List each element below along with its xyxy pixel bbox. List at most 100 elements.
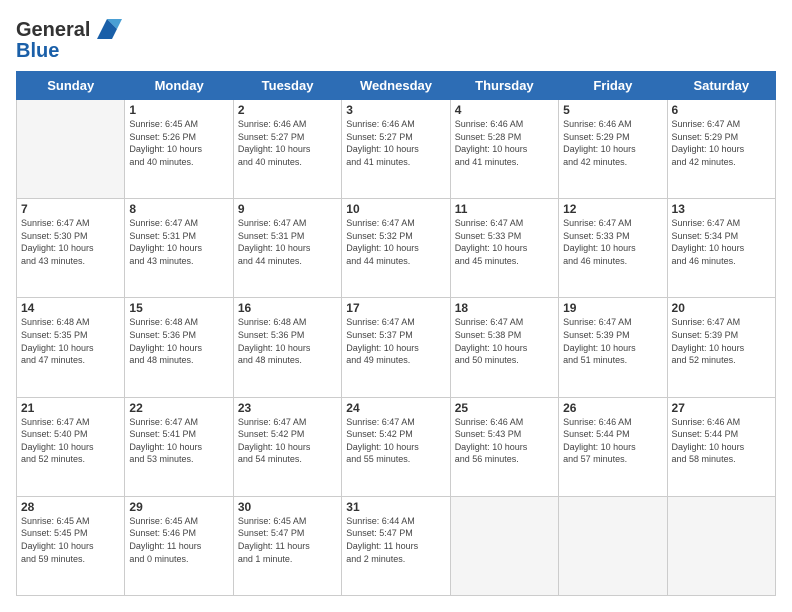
- calendar-body: 1Sunrise: 6:45 AM Sunset: 5:26 PM Daylig…: [17, 100, 776, 596]
- day-info: Sunrise: 6:47 AM Sunset: 5:31 PM Dayligh…: [238, 217, 337, 267]
- day-number: 21: [21, 401, 120, 415]
- calendar-cell: 2Sunrise: 6:46 AM Sunset: 5:27 PM Daylig…: [233, 100, 341, 199]
- calendar-header-monday: Monday: [125, 72, 233, 100]
- calendar-cell: [559, 496, 667, 595]
- day-info: Sunrise: 6:47 AM Sunset: 5:34 PM Dayligh…: [672, 217, 771, 267]
- logo: General Blue: [16, 16, 122, 63]
- day-number: 12: [563, 202, 662, 216]
- calendar-header-saturday: Saturday: [667, 72, 775, 100]
- calendar-table: SundayMondayTuesdayWednesdayThursdayFrid…: [16, 71, 776, 596]
- day-number: 4: [455, 103, 554, 117]
- day-info: Sunrise: 6:47 AM Sunset: 5:41 PM Dayligh…: [129, 416, 228, 466]
- calendar-cell: 5Sunrise: 6:46 AM Sunset: 5:29 PM Daylig…: [559, 100, 667, 199]
- day-info: Sunrise: 6:46 AM Sunset: 5:27 PM Dayligh…: [238, 118, 337, 168]
- day-info: Sunrise: 6:47 AM Sunset: 5:31 PM Dayligh…: [129, 217, 228, 267]
- day-number: 11: [455, 202, 554, 216]
- calendar-week-row: 21Sunrise: 6:47 AM Sunset: 5:40 PM Dayli…: [17, 397, 776, 496]
- day-number: 14: [21, 301, 120, 315]
- calendar-cell: 15Sunrise: 6:48 AM Sunset: 5:36 PM Dayli…: [125, 298, 233, 397]
- calendar-header-sunday: Sunday: [17, 72, 125, 100]
- day-number: 2: [238, 103, 337, 117]
- day-number: 1: [129, 103, 228, 117]
- day-info: Sunrise: 6:47 AM Sunset: 5:30 PM Dayligh…: [21, 217, 120, 267]
- day-number: 30: [238, 500, 337, 514]
- calendar-week-row: 1Sunrise: 6:45 AM Sunset: 5:26 PM Daylig…: [17, 100, 776, 199]
- day-info: Sunrise: 6:45 AM Sunset: 5:45 PM Dayligh…: [21, 515, 120, 565]
- calendar-cell: 31Sunrise: 6:44 AM Sunset: 5:47 PM Dayli…: [342, 496, 450, 595]
- day-number: 3: [346, 103, 445, 117]
- calendar-header-tuesday: Tuesday: [233, 72, 341, 100]
- day-number: 26: [563, 401, 662, 415]
- calendar-header-thursday: Thursday: [450, 72, 558, 100]
- calendar-cell: 11Sunrise: 6:47 AM Sunset: 5:33 PM Dayli…: [450, 199, 558, 298]
- day-number: 23: [238, 401, 337, 415]
- day-number: 20: [672, 301, 771, 315]
- calendar-cell: 7Sunrise: 6:47 AM Sunset: 5:30 PM Daylig…: [17, 199, 125, 298]
- day-info: Sunrise: 6:46 AM Sunset: 5:44 PM Dayligh…: [563, 416, 662, 466]
- day-number: 7: [21, 202, 120, 216]
- day-number: 25: [455, 401, 554, 415]
- day-info: Sunrise: 6:47 AM Sunset: 5:33 PM Dayligh…: [455, 217, 554, 267]
- calendar-cell: [17, 100, 125, 199]
- calendar-cell: 8Sunrise: 6:47 AM Sunset: 5:31 PM Daylig…: [125, 199, 233, 298]
- day-number: 5: [563, 103, 662, 117]
- calendar-cell: 22Sunrise: 6:47 AM Sunset: 5:41 PM Dayli…: [125, 397, 233, 496]
- calendar-cell: 24Sunrise: 6:47 AM Sunset: 5:42 PM Dayli…: [342, 397, 450, 496]
- day-info: Sunrise: 6:45 AM Sunset: 5:47 PM Dayligh…: [238, 515, 337, 565]
- day-info: Sunrise: 6:46 AM Sunset: 5:29 PM Dayligh…: [563, 118, 662, 168]
- calendar-cell: 20Sunrise: 6:47 AM Sunset: 5:39 PM Dayli…: [667, 298, 775, 397]
- day-number: 15: [129, 301, 228, 315]
- day-info: Sunrise: 6:46 AM Sunset: 5:44 PM Dayligh…: [672, 416, 771, 466]
- calendar-week-row: 28Sunrise: 6:45 AM Sunset: 5:45 PM Dayli…: [17, 496, 776, 595]
- calendar-cell: 29Sunrise: 6:45 AM Sunset: 5:46 PM Dayli…: [125, 496, 233, 595]
- calendar-cell: 18Sunrise: 6:47 AM Sunset: 5:38 PM Dayli…: [450, 298, 558, 397]
- day-info: Sunrise: 6:48 AM Sunset: 5:36 PM Dayligh…: [129, 316, 228, 366]
- day-number: 22: [129, 401, 228, 415]
- calendar-header-row: SundayMondayTuesdayWednesdayThursdayFrid…: [17, 72, 776, 100]
- calendar-cell: 25Sunrise: 6:46 AM Sunset: 5:43 PM Dayli…: [450, 397, 558, 496]
- logo-general: General: [16, 19, 90, 42]
- day-number: 27: [672, 401, 771, 415]
- day-number: 19: [563, 301, 662, 315]
- day-number: 10: [346, 202, 445, 216]
- calendar-cell: 27Sunrise: 6:46 AM Sunset: 5:44 PM Dayli…: [667, 397, 775, 496]
- calendar-cell: 10Sunrise: 6:47 AM Sunset: 5:32 PM Dayli…: [342, 199, 450, 298]
- day-number: 29: [129, 500, 228, 514]
- calendar-cell: 12Sunrise: 6:47 AM Sunset: 5:33 PM Dayli…: [559, 199, 667, 298]
- calendar-cell: 17Sunrise: 6:47 AM Sunset: 5:37 PM Dayli…: [342, 298, 450, 397]
- calendar-week-row: 14Sunrise: 6:48 AM Sunset: 5:35 PM Dayli…: [17, 298, 776, 397]
- calendar-cell: 3Sunrise: 6:46 AM Sunset: 5:27 PM Daylig…: [342, 100, 450, 199]
- day-info: Sunrise: 6:47 AM Sunset: 5:42 PM Dayligh…: [346, 416, 445, 466]
- calendar-cell: 14Sunrise: 6:48 AM Sunset: 5:35 PM Dayli…: [17, 298, 125, 397]
- day-number: 17: [346, 301, 445, 315]
- day-number: 8: [129, 202, 228, 216]
- calendar-cell: 23Sunrise: 6:47 AM Sunset: 5:42 PM Dayli…: [233, 397, 341, 496]
- day-number: 31: [346, 500, 445, 514]
- calendar-cell: [667, 496, 775, 595]
- calendar-cell: 30Sunrise: 6:45 AM Sunset: 5:47 PM Dayli…: [233, 496, 341, 595]
- day-number: 6: [672, 103, 771, 117]
- day-info: Sunrise: 6:46 AM Sunset: 5:28 PM Dayligh…: [455, 118, 554, 168]
- calendar-header-wednesday: Wednesday: [342, 72, 450, 100]
- day-info: Sunrise: 6:44 AM Sunset: 5:47 PM Dayligh…: [346, 515, 445, 565]
- calendar-cell: 6Sunrise: 6:47 AM Sunset: 5:29 PM Daylig…: [667, 100, 775, 199]
- logo-icon: [92, 14, 122, 44]
- calendar-cell: 9Sunrise: 6:47 AM Sunset: 5:31 PM Daylig…: [233, 199, 341, 298]
- day-info: Sunrise: 6:47 AM Sunset: 5:39 PM Dayligh…: [672, 316, 771, 366]
- calendar-cell: [450, 496, 558, 595]
- calendar-cell: 26Sunrise: 6:46 AM Sunset: 5:44 PM Dayli…: [559, 397, 667, 496]
- day-info: Sunrise: 6:45 AM Sunset: 5:46 PM Dayligh…: [129, 515, 228, 565]
- day-info: Sunrise: 6:46 AM Sunset: 5:43 PM Dayligh…: [455, 416, 554, 466]
- day-info: Sunrise: 6:47 AM Sunset: 5:38 PM Dayligh…: [455, 316, 554, 366]
- calendar-cell: 21Sunrise: 6:47 AM Sunset: 5:40 PM Dayli…: [17, 397, 125, 496]
- day-info: Sunrise: 6:48 AM Sunset: 5:35 PM Dayligh…: [21, 316, 120, 366]
- day-info: Sunrise: 6:47 AM Sunset: 5:29 PM Dayligh…: [672, 118, 771, 168]
- day-info: Sunrise: 6:45 AM Sunset: 5:26 PM Dayligh…: [129, 118, 228, 168]
- calendar-cell: 19Sunrise: 6:47 AM Sunset: 5:39 PM Dayli…: [559, 298, 667, 397]
- day-info: Sunrise: 6:47 AM Sunset: 5:33 PM Dayligh…: [563, 217, 662, 267]
- day-number: 16: [238, 301, 337, 315]
- day-number: 13: [672, 202, 771, 216]
- calendar-cell: 16Sunrise: 6:48 AM Sunset: 5:36 PM Dayli…: [233, 298, 341, 397]
- calendar-cell: 28Sunrise: 6:45 AM Sunset: 5:45 PM Dayli…: [17, 496, 125, 595]
- day-info: Sunrise: 6:47 AM Sunset: 5:39 PM Dayligh…: [563, 316, 662, 366]
